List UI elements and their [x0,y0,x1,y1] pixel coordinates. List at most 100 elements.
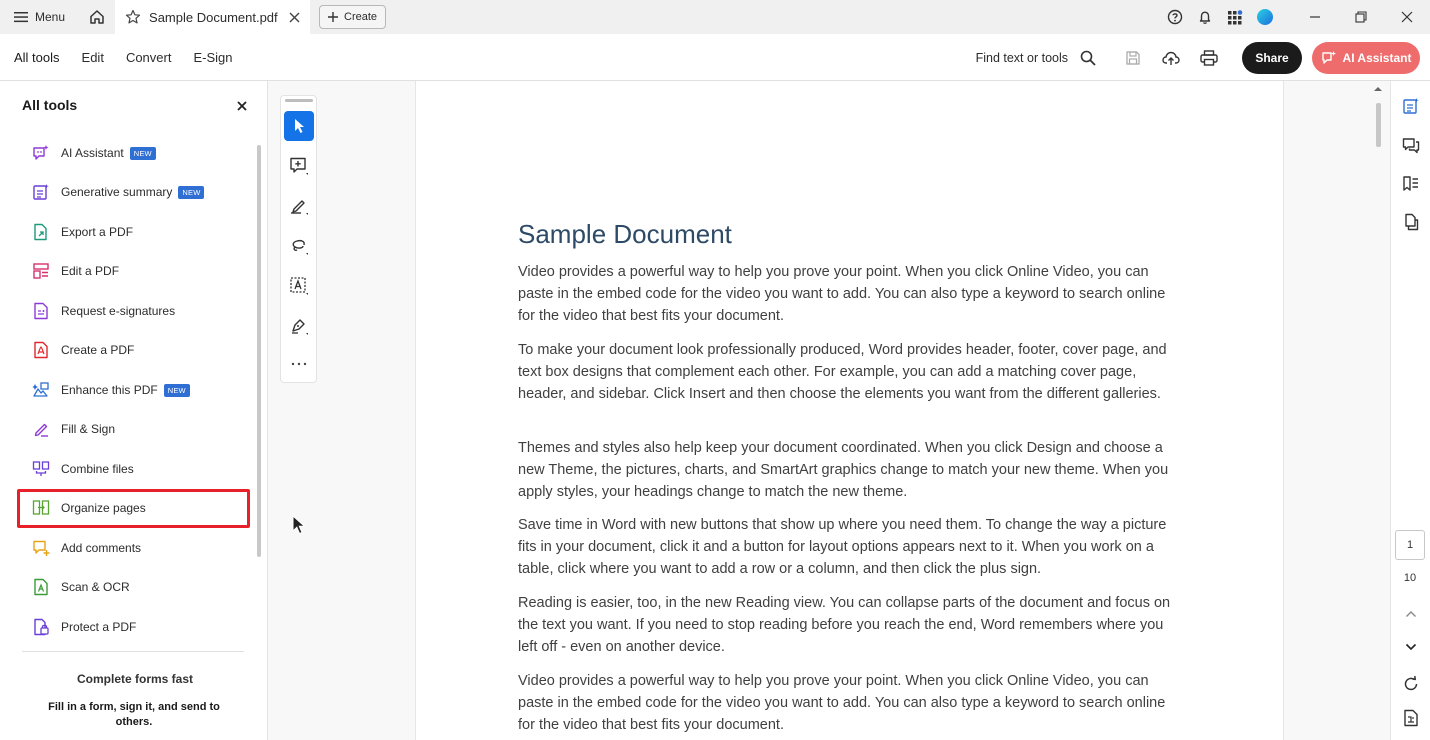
menu-label: Menu [35,10,66,24]
document-paragraph: Save time in Word with new buttons that … [518,517,1167,577]
close-tab-icon[interactable] [289,12,300,23]
tool-request-esignatures[interactable]: Request e-signatures [22,296,242,326]
help-icon [1167,9,1183,25]
restore-icon [1355,11,1367,23]
comment-icon [31,538,51,558]
document-scrollbar[interactable] [1376,103,1381,147]
scan-icon [31,577,51,597]
home-icon [90,10,104,24]
apps-button[interactable] [1220,0,1250,34]
more-tools-button[interactable] [284,349,314,379]
notifications-button[interactable] [1190,0,1220,34]
tab-convert[interactable]: Convert [115,34,183,81]
pages-panel-button[interactable] [1400,211,1422,233]
pen-highlight-icon [291,200,308,215]
scroll-page-down-button[interactable] [1400,636,1422,658]
document-paragraph: To make your document look professionall… [518,342,1167,402]
search-button[interactable] [1076,34,1100,81]
protect-icon [31,617,51,637]
close-panel-button[interactable] [234,98,250,114]
panel-scrollbar[interactable] [257,145,261,557]
save-button[interactable] [1114,34,1152,81]
tool-label: AI Assistant [61,146,124,160]
tool-edit-pdf[interactable]: Edit a PDF [22,256,242,286]
select-tool[interactable] [284,111,314,141]
apps-grid-icon [1228,10,1243,25]
ai-assistant-button[interactable]: AI Assistant [1312,41,1420,74]
tool-generative-summary[interactable]: Generative summary NEW [22,177,242,207]
restore-button[interactable] [1338,0,1384,34]
tool-fill-sign[interactable]: Fill & Sign [22,414,242,444]
upload-button[interactable] [1152,34,1190,81]
hamburger-icon [14,12,28,23]
tool-add-comments[interactable]: Add comments [22,533,242,563]
search-icon [1080,50,1096,66]
find-label[interactable]: Find text or tools [976,51,1068,65]
tool-label: Edit a PDF [61,264,120,278]
tab-all-tools[interactable]: All tools [0,34,71,81]
document-title: Sample Document [518,219,732,249]
ai-assistant-icon [31,143,51,163]
draw-tool[interactable] [284,231,314,261]
tool-label: Enhance this PDF [61,383,158,397]
rotate-button[interactable] [1400,673,1422,695]
comments-panel-button[interactable] [1400,135,1422,157]
tool-export-pdf[interactable]: Export a PDF [22,217,242,247]
help-button[interactable] [1160,0,1190,34]
tab-edit[interactable]: Edit [71,34,115,81]
document-tab[interactable]: Sample Document.pdf [115,0,311,34]
menu-button[interactable]: Menu [0,0,79,34]
current-page-input[interactable]: 1 [1395,530,1425,560]
chevron-down-icon [1405,643,1417,651]
tool-enhance-pdf[interactable]: Enhance this PDF NEW [22,375,242,405]
highlight-tool[interactable] [284,191,314,221]
add-comment-tool[interactable] [284,151,314,181]
cloud-upload-icon [1162,51,1180,65]
minimize-icon [1310,16,1320,18]
new-badge: NEW [129,146,156,160]
export-pdf-icon [31,222,51,242]
tool-label: Add comments [61,541,142,555]
tool-protect-pdf[interactable]: Protect a PDF [22,612,242,642]
drag-handle[interactable] [285,99,313,102]
avatar-icon [1257,9,1273,25]
document-paragraph: Reading is easier, too, in the new Readi… [518,595,1171,655]
text-tool[interactable] [284,271,314,301]
page-display-button[interactable] [1400,707,1422,729]
tool-label: Create a PDF [61,343,135,357]
summary-icon [31,182,51,202]
ai-assistant-label: AI Assistant [1342,50,1412,65]
tool-combine-files[interactable]: Combine files [22,454,242,484]
profile-button[interactable] [1250,0,1280,34]
sign-tool[interactable] [284,311,314,341]
promo-title: Complete forms fast [76,672,194,686]
ai-assistant-icon [1321,50,1336,64]
scroll-up-arrow-icon[interactable] [1373,86,1383,92]
chevron-up-icon [1406,611,1416,617]
bookmarks-panel-button[interactable] [1400,173,1422,195]
panel-divider [22,651,244,652]
share-button[interactable]: Share [1242,41,1302,74]
tool-create-pdf[interactable]: Create a PDF [22,335,242,365]
star-icon[interactable] [125,9,141,25]
tool-label: Request e-signatures [61,304,176,318]
bookmark-list-icon [1403,176,1418,191]
tool-ai-assistant[interactable]: AI Assistant NEW [22,138,242,168]
tool-scan-ocr[interactable]: Scan & OCR [22,572,242,602]
create-button[interactable]: Create [319,5,387,29]
tab-e-sign[interactable]: E-Sign [182,34,243,81]
close-window-button[interactable] [1384,0,1430,34]
scroll-page-up-button[interactable] [1400,603,1422,625]
document-page[interactable]: Sample Document Video provides a powerfu… [415,81,1284,740]
tool-label: Combine files [61,462,134,476]
home-button[interactable] [79,0,115,34]
quick-tools-bar [280,95,317,383]
text-box-icon [290,277,308,295]
more-dots-icon [291,362,307,366]
minimize-button[interactable] [1292,0,1338,34]
organize-pages-highlight [17,489,250,528]
summary-icon [1403,98,1419,114]
close-icon [1401,11,1413,23]
ai-summary-panel-button[interactable] [1400,95,1422,117]
print-button[interactable] [1190,34,1228,81]
